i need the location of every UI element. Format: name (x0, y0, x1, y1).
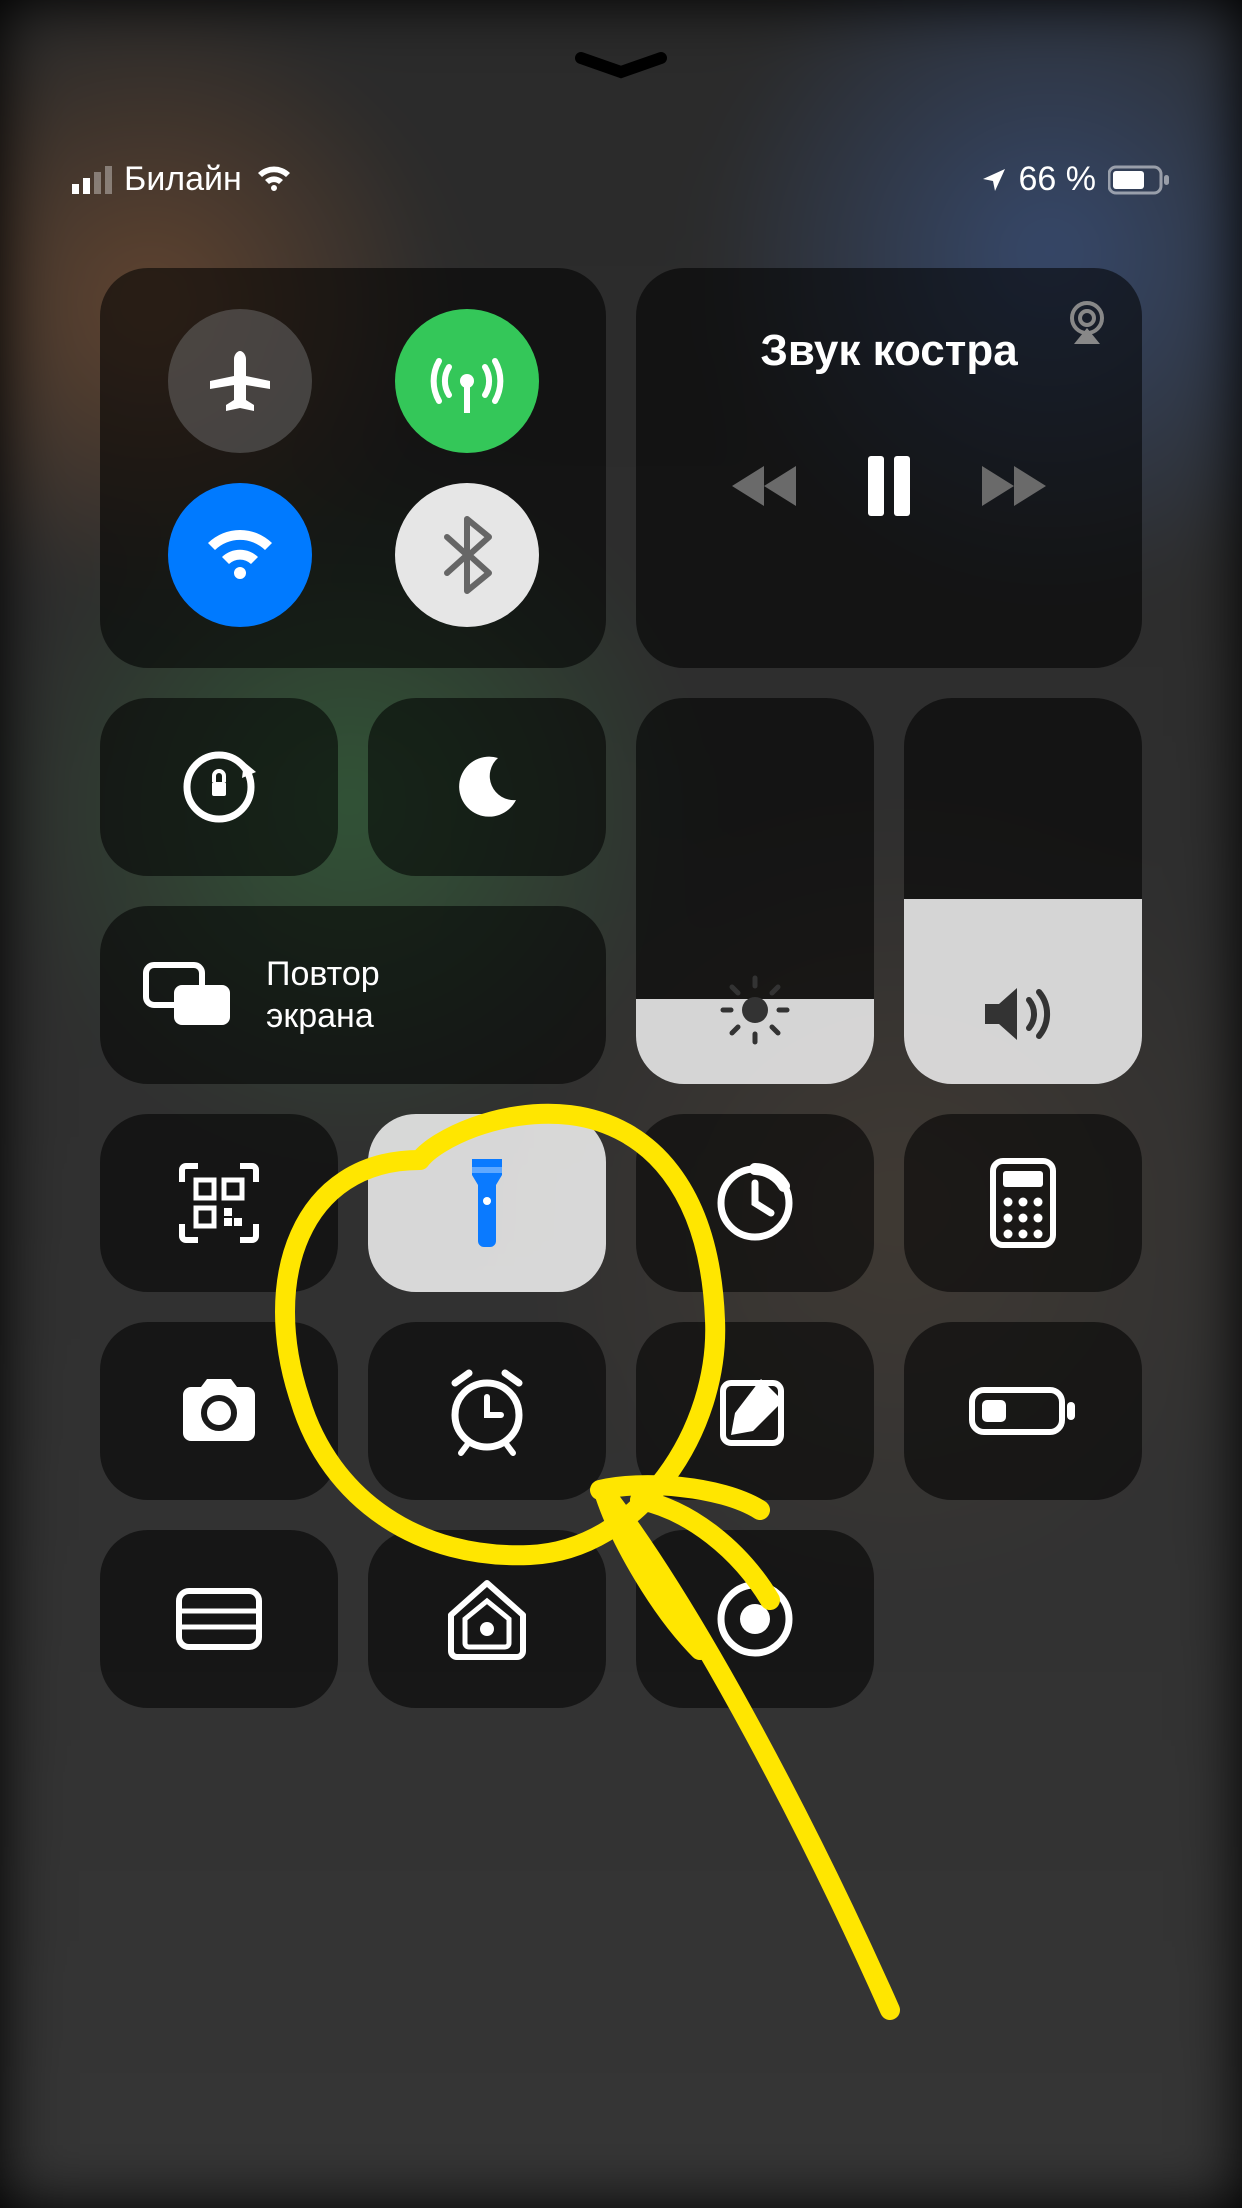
wallet-icon (171, 1581, 267, 1657)
wifi-icon (254, 165, 294, 195)
bluetooth-toggle[interactable] (395, 483, 539, 627)
qr-code-icon (178, 1162, 260, 1244)
orientation-lock-icon (174, 742, 264, 832)
cellular-signal-icon (72, 166, 112, 194)
home-icon (441, 1575, 533, 1663)
forward-icon (978, 462, 1050, 510)
orientation-lock-toggle[interactable] (100, 698, 338, 876)
wifi-icon (200, 523, 280, 587)
connectivity-module[interactable] (100, 268, 606, 668)
location-icon (981, 167, 1007, 193)
rewind-icon (728, 462, 800, 510)
camera-icon (171, 1375, 267, 1447)
play-pause-button[interactable] (864, 456, 914, 516)
wallet-button[interactable] (100, 1530, 338, 1708)
control-center-grabber[interactable] (571, 50, 671, 80)
flashlight-icon (464, 1153, 510, 1253)
battery-low-power-icon (968, 1384, 1078, 1438)
calculator-button[interactable] (904, 1114, 1142, 1292)
screen-recording-button[interactable] (636, 1530, 874, 1708)
airplane-icon (202, 343, 278, 419)
cellular-antenna-icon (425, 339, 509, 423)
calculator-icon (990, 1158, 1056, 1248)
screen-mirroring-button[interactable]: Повторэкрана (100, 906, 606, 1084)
now-playing-title: Звук костра (676, 326, 1102, 376)
note-compose-icon (713, 1369, 797, 1453)
record-icon (713, 1577, 797, 1661)
brightness-icon (715, 970, 795, 1050)
previous-track-button[interactable] (728, 462, 800, 510)
timer-icon (713, 1161, 797, 1245)
do-not-disturb-toggle[interactable] (368, 698, 606, 876)
screen-mirroring-label: Повторэкрана (266, 953, 380, 1038)
carrier-label: Билайн (124, 160, 242, 199)
alarm-clock-icon (441, 1365, 533, 1457)
home-button[interactable] (368, 1530, 606, 1708)
status-bar: Билайн 66 % (0, 160, 1242, 199)
brightness-slider[interactable] (636, 698, 874, 1084)
flashlight-toggle[interactable] (368, 1114, 606, 1292)
airplay-icon[interactable] (1060, 296, 1114, 346)
media-module[interactable]: Звук костра (636, 268, 1142, 668)
next-track-button[interactable] (978, 462, 1050, 510)
screen-mirroring-icon (140, 959, 236, 1031)
low-power-mode-toggle[interactable] (904, 1322, 1142, 1500)
battery-icon (1108, 165, 1170, 195)
volume-slider[interactable] (904, 698, 1142, 1084)
bluetooth-icon (442, 515, 492, 595)
airplane-mode-toggle[interactable] (168, 309, 312, 453)
pause-icon (864, 456, 914, 516)
notes-button[interactable] (636, 1322, 874, 1500)
volume-icon (979, 978, 1067, 1050)
qr-scanner-button[interactable] (100, 1114, 338, 1292)
alarm-button[interactable] (368, 1322, 606, 1500)
camera-button[interactable] (100, 1322, 338, 1500)
cellular-data-toggle[interactable] (395, 309, 539, 453)
timer-button[interactable] (636, 1114, 874, 1292)
moon-icon (450, 750, 524, 824)
battery-percent-label: 66 % (1019, 160, 1097, 199)
wifi-toggle[interactable] (168, 483, 312, 627)
